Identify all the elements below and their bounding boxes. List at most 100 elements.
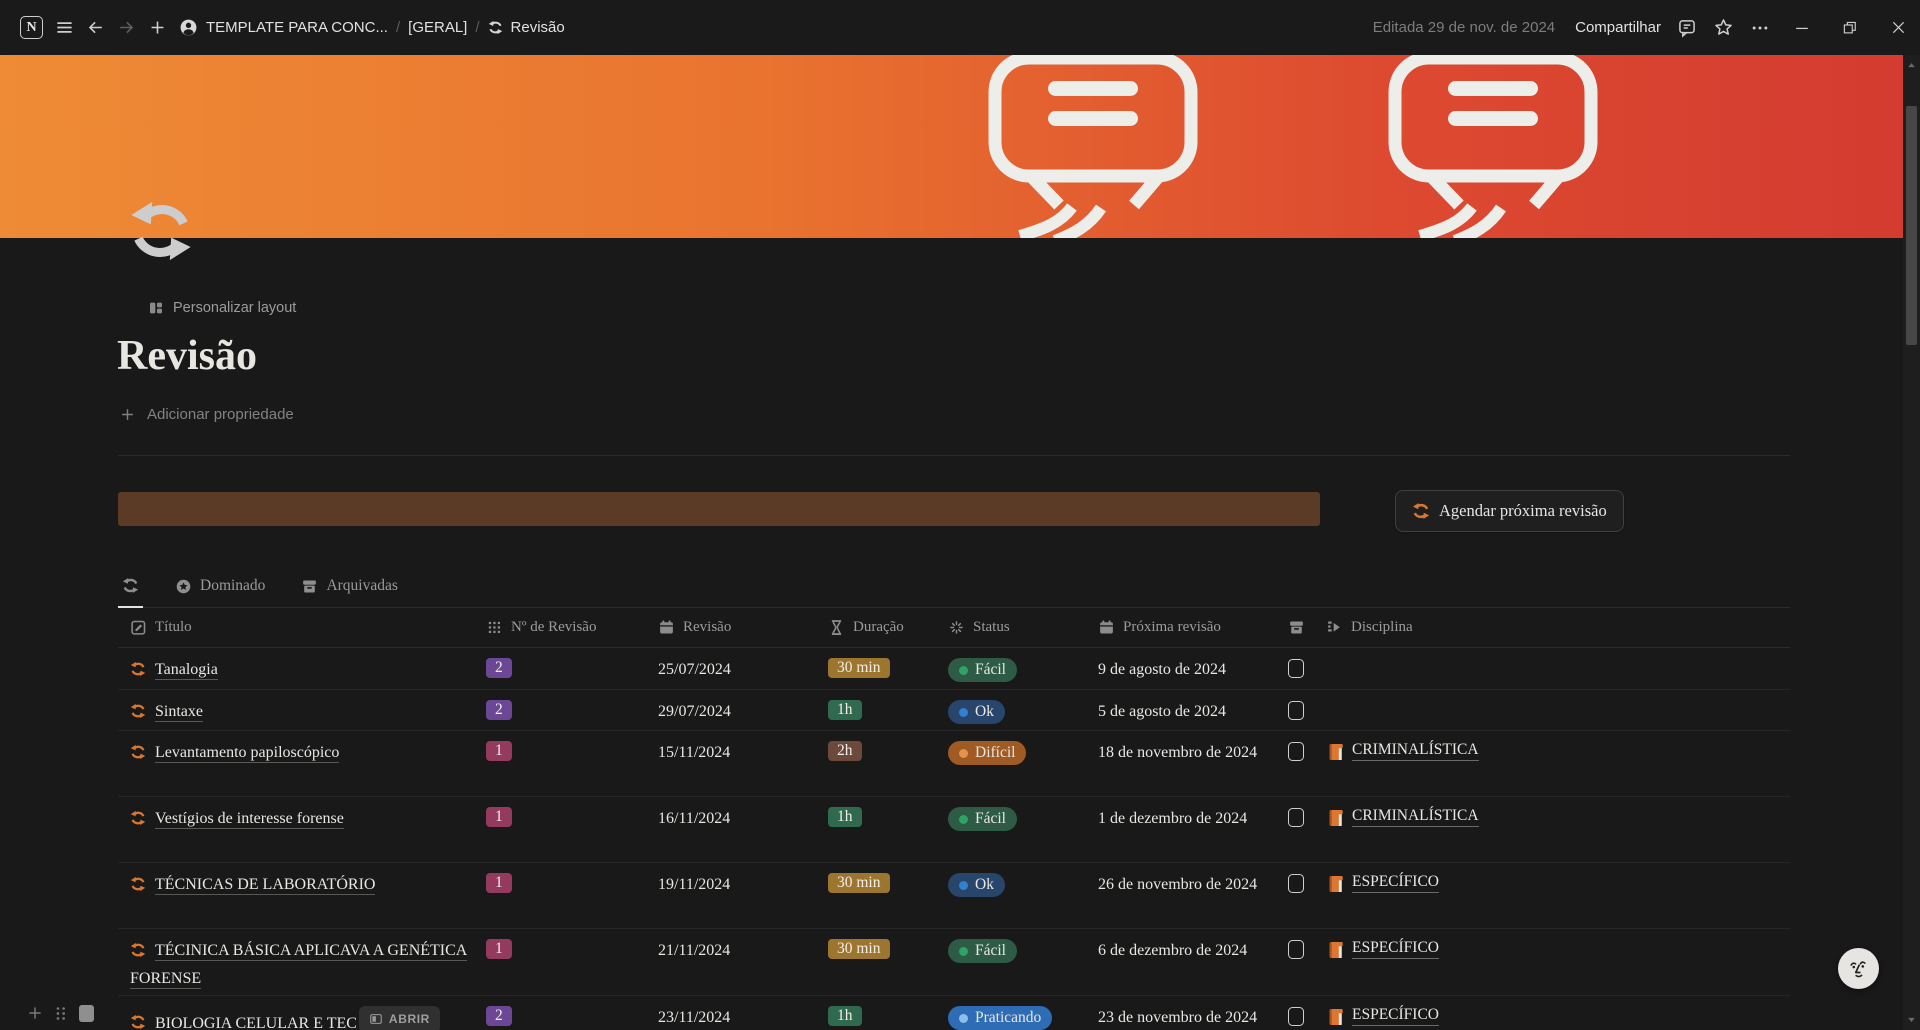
column-header-dura-o[interactable]: Duração xyxy=(820,608,940,647)
cell-proxima-revisao[interactable]: 5 de agosto de 2024 xyxy=(1090,690,1280,730)
cover-image[interactable] xyxy=(0,55,1920,238)
disciplina-link[interactable]: ESPECÍFICO xyxy=(1352,939,1439,959)
cell-duracao[interactable]: 30 min xyxy=(820,648,940,689)
cell-num-revisao[interactable]: 1 xyxy=(478,863,650,928)
cell-num-revisao[interactable]: 1 xyxy=(478,731,650,796)
archived-checkbox[interactable] xyxy=(1288,874,1304,893)
archived-checkbox[interactable] xyxy=(1288,808,1304,827)
cell-duracao[interactable]: 2h xyxy=(820,731,940,796)
row-title-link[interactable]: TÉCINICA BÁSICA APLICAVA A GENÉTICA FORE… xyxy=(130,942,467,989)
cell-duracao[interactable]: 30 min xyxy=(820,929,940,995)
cell-duracao[interactable]: 1h xyxy=(820,690,940,730)
menu-icon[interactable] xyxy=(49,14,80,41)
forward-icon[interactable] xyxy=(111,14,142,41)
cell-disciplina[interactable] xyxy=(1318,690,1790,730)
scroll-up-icon[interactable] xyxy=(1905,59,1918,72)
cell-status[interactable]: Fácil xyxy=(940,648,1090,689)
column-header-archive[interactable] xyxy=(1280,608,1318,647)
cell-disciplina[interactable]: ESPECÍFICO xyxy=(1318,929,1790,995)
cell-status[interactable]: Ok xyxy=(940,690,1090,730)
vertical-scrollbar[interactable] xyxy=(1903,55,1920,1030)
add-row-icon[interactable] xyxy=(26,1004,44,1022)
cell-revisao-date[interactable]: 25/07/2024 xyxy=(650,648,820,689)
archived-checkbox[interactable] xyxy=(1288,1007,1304,1026)
cell-revisao-date[interactable]: 29/07/2024 xyxy=(650,690,820,730)
cell-proxima-revisao[interactable]: 1 de dezembro de 2024 xyxy=(1090,797,1280,862)
tab-dominado[interactable]: Dominado xyxy=(171,565,269,607)
column-header-t-tulo[interactable]: Título xyxy=(118,608,478,647)
row-title-link[interactable]: Levantamento papiloscópico xyxy=(155,744,339,763)
drag-handle-icon[interactable] xyxy=(53,1005,70,1022)
archived-checkbox[interactable] xyxy=(1288,940,1304,959)
customize-layout-button[interactable]: Personalizar layout xyxy=(148,300,296,316)
cell-disciplina[interactable] xyxy=(1318,648,1790,689)
disciplina-link[interactable]: ESPECÍFICO xyxy=(1352,873,1439,893)
cell-disciplina[interactable]: ESPECÍFICO xyxy=(1318,996,1790,1030)
row-title-link[interactable]: Tanalogia xyxy=(155,661,218,680)
minimize-button[interactable] xyxy=(1780,8,1824,48)
cell-disciplina[interactable]: ESPECÍFICO xyxy=(1318,863,1790,928)
maximize-button[interactable] xyxy=(1828,8,1872,48)
new-page-icon[interactable] xyxy=(142,14,173,41)
favorite-star-icon[interactable] xyxy=(1707,13,1740,42)
cell-revisao-date[interactable]: 23/11/2024 xyxy=(650,996,820,1030)
tab-current-view[interactable] xyxy=(118,565,143,608)
cell-proxima-revisao[interactable]: 26 de novembro de 2024 xyxy=(1090,863,1280,928)
cell-num-revisao[interactable]: 1 xyxy=(478,929,650,995)
notion-logo-icon[interactable]: N xyxy=(14,12,49,43)
scrollbar-thumb[interactable] xyxy=(1906,106,1917,345)
column-header-revis-o[interactable]: Revisão xyxy=(650,608,820,647)
cell-status[interactable]: Praticando xyxy=(940,996,1090,1030)
row-select-checkbox[interactable] xyxy=(79,1005,94,1022)
column-header-n-de-revis-o[interactable]: Nº de Revisão xyxy=(478,608,650,647)
column-header-disciplina[interactable]: Disciplina xyxy=(1318,608,1790,647)
cell-proxima-revisao[interactable]: 6 de dezembro de 2024 xyxy=(1090,929,1280,995)
disciplina-link[interactable]: ESPECÍFICO xyxy=(1352,1006,1439,1026)
cell-num-revisao[interactable]: 2 xyxy=(478,648,650,689)
column-header-status[interactable]: Status xyxy=(940,608,1090,647)
cell-status[interactable]: Ok xyxy=(940,863,1090,928)
cell-disciplina[interactable]: CRIMINALÍSTICA xyxy=(1318,797,1790,862)
comments-icon[interactable] xyxy=(1671,14,1703,42)
cell-disciplina[interactable]: CRIMINALÍSTICA xyxy=(1318,731,1790,796)
disciplina-link[interactable]: CRIMINALÍSTICA xyxy=(1352,807,1479,827)
cell-status[interactable]: Fácil xyxy=(940,929,1090,995)
column-header-pr-xima-revis-o[interactable]: Próxima revisão xyxy=(1090,608,1280,647)
cell-revisao-date[interactable]: 19/11/2024 xyxy=(650,863,820,928)
breadcrumb-root[interactable]: TEMPLATE PARA CONC... xyxy=(173,14,394,41)
cell-revisao-date[interactable]: 16/11/2024 xyxy=(650,797,820,862)
cell-num-revisao[interactable]: 1 xyxy=(478,797,650,862)
cell-num-revisao[interactable]: 2 xyxy=(478,690,650,730)
cell-proxima-revisao[interactable]: 23 de novembro de 2024 xyxy=(1090,996,1280,1030)
close-button[interactable] xyxy=(1876,8,1920,48)
cell-proxima-revisao[interactable]: 9 de agosto de 2024 xyxy=(1090,648,1280,689)
help-face-button[interactable] xyxy=(1838,948,1879,989)
cell-duracao[interactable]: 30 min xyxy=(820,863,940,928)
row-title-link[interactable]: Vestígios de interesse forense xyxy=(155,810,344,829)
more-options-icon[interactable] xyxy=(1744,14,1776,42)
cell-status[interactable]: Difícil xyxy=(940,731,1090,796)
cell-revisao-date[interactable]: 21/11/2024 xyxy=(650,929,820,995)
schedule-next-review-button[interactable]: Agendar próxima revisão xyxy=(1395,490,1624,532)
breadcrumb-revisao[interactable]: Revisão xyxy=(482,15,571,40)
cell-revisao-date[interactable]: 15/11/2024 xyxy=(650,731,820,796)
back-icon[interactable] xyxy=(80,14,111,41)
row-title-link[interactable]: TÉCNICAS DE LABORATÓRIO xyxy=(155,876,375,895)
cell-proxima-revisao[interactable]: 18 de novembro de 2024 xyxy=(1090,731,1280,796)
add-property-button[interactable]: Adicionar propriedade xyxy=(119,406,294,423)
share-button[interactable]: Compartilhar xyxy=(1569,15,1667,40)
page-icon-repeat[interactable] xyxy=(128,198,194,267)
disciplina-link[interactable]: CRIMINALÍSTICA xyxy=(1352,741,1479,761)
cell-duracao[interactable]: 1h xyxy=(820,996,940,1030)
archived-checkbox[interactable] xyxy=(1288,659,1304,678)
cell-duracao[interactable]: 1h xyxy=(820,797,940,862)
breadcrumb-geral[interactable]: [GERAL] xyxy=(402,15,473,40)
archived-checkbox[interactable] xyxy=(1288,742,1304,761)
row-title-link[interactable]: Sintaxe xyxy=(155,703,203,722)
cell-status[interactable]: Fácil xyxy=(940,797,1090,862)
row-title-link[interactable]: BIOLOGIA CELULAR E TEC xyxy=(155,1012,357,1030)
scroll-down-icon[interactable] xyxy=(1905,1013,1918,1026)
cell-num-revisao[interactable]: 2 xyxy=(478,996,650,1030)
archived-checkbox[interactable] xyxy=(1288,701,1304,720)
open-button[interactable]: ABRIR xyxy=(359,1006,440,1030)
